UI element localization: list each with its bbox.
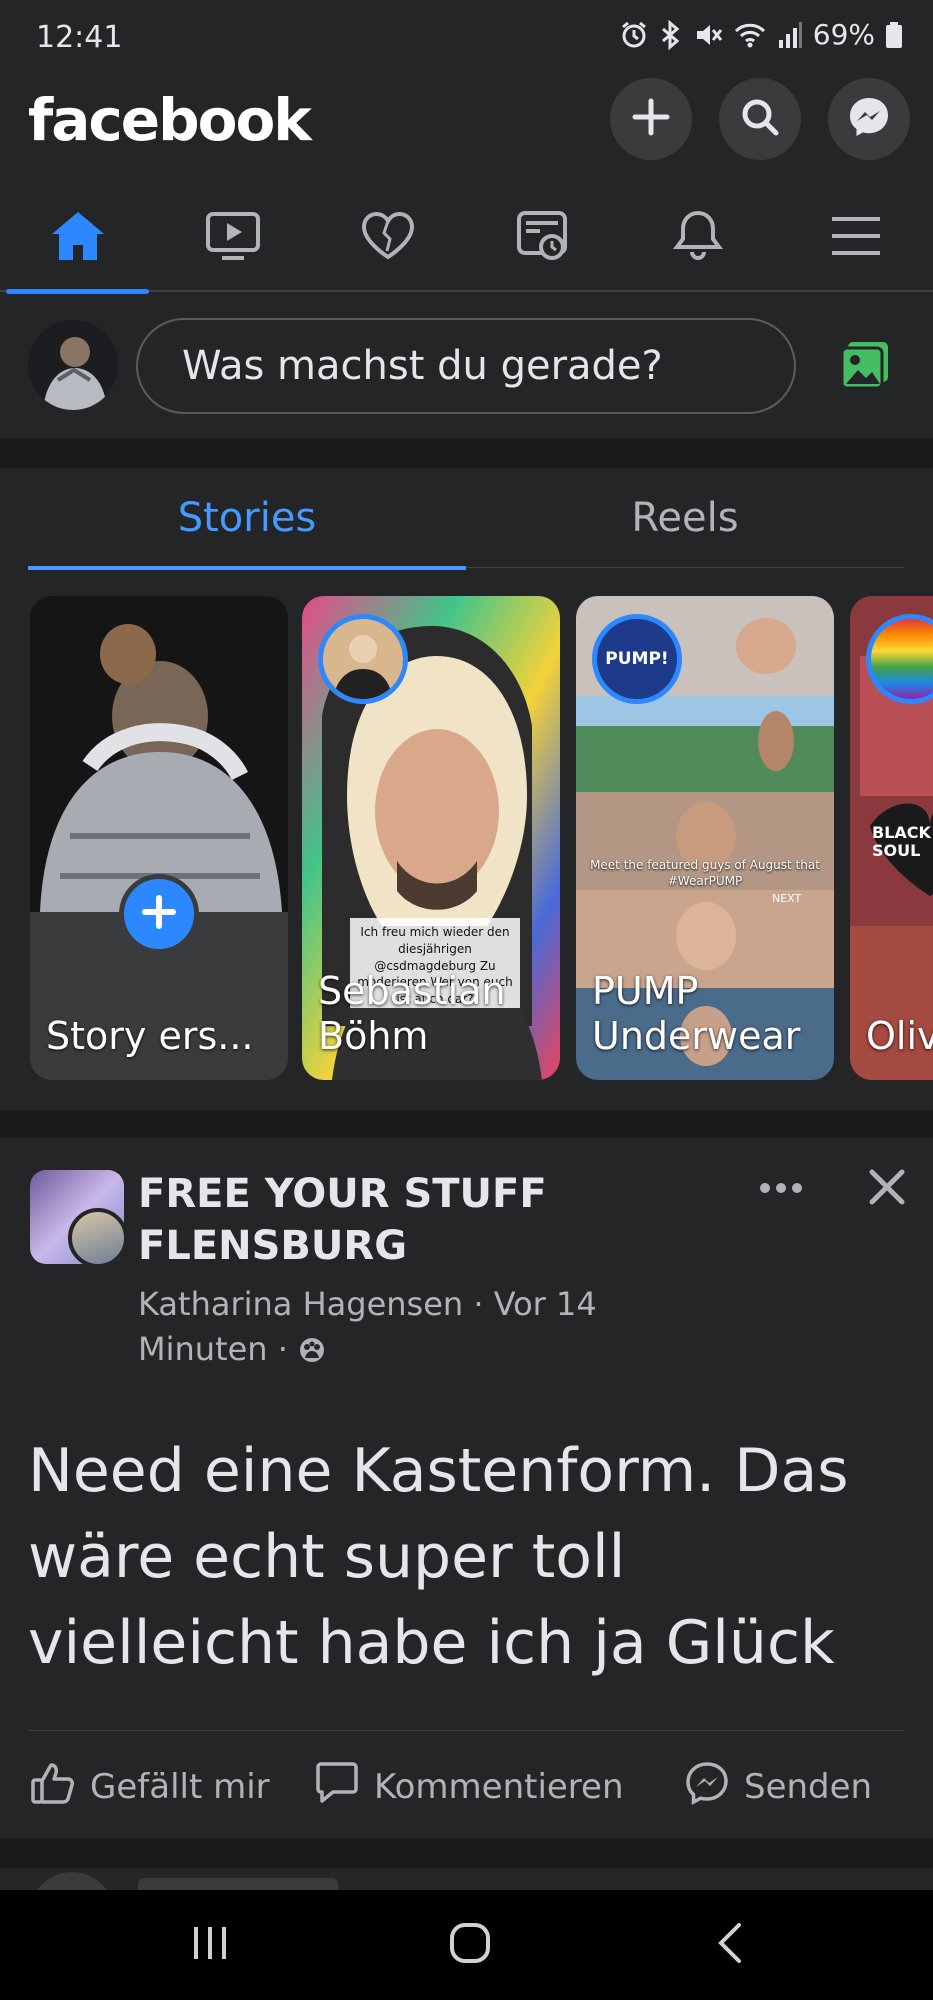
feed-post: FREE YOUR STUFF FLENSBURG Katharina Hage… [0, 1138, 933, 1838]
stories-section: Stories Reels Story ers... Ich freu mich… [0, 468, 933, 1110]
battery-percent: 69% [812, 18, 875, 51]
add-icon [139, 892, 179, 936]
story-overlay-text: BLACK SOUL [872, 823, 931, 860]
back-button[interactable] [700, 1920, 760, 1970]
battery-icon [885, 20, 903, 50]
status-input-placeholder: Was machst du gerade? [182, 343, 663, 389]
post-actions: Gefällt mir Kommentieren Senden [0, 1732, 933, 1842]
story-card-sebastian[interactable]: Ich freu mich wieder den diesjährigen @c… [302, 596, 560, 1080]
back-icon [715, 1921, 745, 1969]
messenger-button[interactable] [828, 78, 910, 160]
menu-icon [827, 209, 885, 267]
tab-home[interactable] [0, 184, 155, 294]
like-button[interactable]: Gefällt mir [30, 1732, 270, 1842]
story-overlay-text: Meet the featured guys of August that #W… [590, 858, 820, 888]
hide-post-button[interactable] [866, 1166, 908, 1212]
recents-icon [188, 1923, 232, 1967]
bluetooth-icon [659, 19, 683, 50]
photo-icon [838, 342, 892, 396]
dating-icon [359, 209, 417, 267]
story-author-name: Sebastian Böhm [318, 968, 506, 1059]
like-icon [30, 1761, 76, 1814]
story-card-partial[interactable]: BLACK SOUL Oliv Jor [850, 596, 933, 1080]
more-icon [758, 1183, 804, 1202]
create-story-photo [30, 596, 288, 912]
messenger-icon [847, 95, 891, 143]
status-input[interactable]: Was machst du gerade? [136, 318, 796, 414]
post-options-button[interactable] [758, 1178, 804, 1202]
mute-icon [693, 20, 723, 50]
group-privacy-icon [298, 1330, 326, 1368]
add-story-button[interactable] [119, 874, 199, 954]
recents-button[interactable] [180, 1920, 240, 1970]
tab-stories[interactable]: Stories [28, 468, 466, 570]
wifi-icon [733, 20, 767, 50]
create-story-label: Story ers... [46, 1014, 254, 1059]
status-icons: 69% [619, 18, 903, 51]
tab-video[interactable] [155, 184, 310, 292]
stories-tabs: Stories Reels [28, 468, 904, 570]
author-avatar[interactable] [68, 1208, 128, 1268]
add-icon [631, 97, 671, 141]
post-composer: Was machst du gerade? [0, 294, 933, 438]
tab-reels[interactable]: Reels [466, 468, 904, 568]
alarm-icon [619, 20, 649, 50]
post-divider [28, 1730, 904, 1731]
send-button[interactable]: Senden [684, 1732, 872, 1842]
home-button[interactable] [440, 1920, 500, 1970]
send-label: Senden [744, 1767, 873, 1807]
story-author-name: PUMP Underwear [592, 968, 801, 1059]
post-author[interactable]: Katharina Hagensen [138, 1285, 463, 1323]
like-label: Gefällt mir [90, 1767, 270, 1807]
tab-news[interactable] [465, 184, 620, 292]
tab-notifications[interactable] [620, 184, 775, 292]
story-author-avatar: PUMP! [592, 614, 682, 704]
search-button[interactable] [719, 78, 801, 160]
home-icon [49, 209, 107, 267]
story-card-pump[interactable]: Meet the featured guys of August that #W… [576, 596, 834, 1080]
home-button-icon [447, 1920, 493, 1970]
create-story-card[interactable]: Story ers... [30, 596, 288, 1080]
notifications-icon [669, 209, 727, 267]
close-icon [866, 1169, 908, 1212]
tab-menu[interactable] [778, 184, 933, 292]
story-author-avatar [318, 614, 408, 704]
section-divider [0, 1110, 933, 1138]
story-next-label: NEXT [772, 892, 802, 905]
meta-separator: · [473, 1285, 494, 1323]
pump-logo-text: PUMP! [605, 649, 669, 669]
facebook-logo[interactable]: facebook [28, 86, 312, 154]
next-post-preview [0, 1868, 933, 1890]
group-name[interactable]: FREE YOUR STUFF FLENSBURG [138, 1168, 558, 1272]
status-bar: 12:41 69% [0, 0, 933, 78]
post-meta: Katharina Hagensen · Vor 14 Minuten · [138, 1282, 658, 1372]
stories-carousel: Story ers... Ich freu mich wieder den di… [0, 596, 933, 1080]
section-divider [0, 1838, 933, 1868]
post-text: Need eine Kastenform. Das wäre echt supe… [28, 1436, 849, 1678]
meta-separator: · [277, 1329, 299, 1368]
tab-dating[interactable] [310, 184, 465, 292]
messenger-icon [684, 1760, 730, 1815]
comment-icon [314, 1761, 360, 1814]
section-divider [0, 438, 933, 468]
photo-button[interactable] [838, 338, 892, 396]
app-header: facebook [0, 78, 933, 174]
main-nav [0, 184, 933, 294]
placeholder-bar [138, 1878, 338, 1890]
status-time: 12:41 [36, 20, 123, 55]
create-button[interactable] [610, 78, 692, 160]
news-icon [514, 209, 572, 267]
video-icon [204, 209, 262, 267]
story-author-name: Oliv Jor [866, 1014, 933, 1059]
search-icon [739, 96, 781, 142]
signal-icon [777, 20, 803, 50]
comment-button[interactable]: Kommentieren [314, 1732, 624, 1842]
system-navigation-bar [0, 1890, 933, 2000]
avatar[interactable] [28, 320, 118, 410]
avatar [30, 1872, 114, 1890]
comment-label: Kommentieren [374, 1767, 624, 1807]
